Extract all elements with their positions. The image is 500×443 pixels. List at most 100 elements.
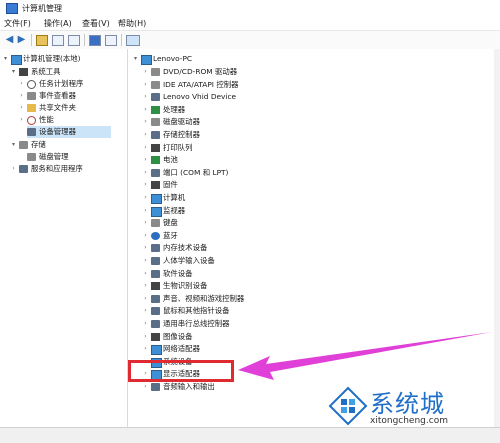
services-icon — [19, 165, 28, 173]
help-icon[interactable] — [89, 35, 101, 46]
clock-icon — [27, 80, 36, 89]
computer-icon — [11, 55, 22, 65]
usb-icon — [151, 320, 160, 328]
bluetooth-icon — [151, 231, 160, 240]
show-hide-tree-icon[interactable] — [52, 35, 64, 46]
printer-icon — [151, 143, 160, 152]
chevron-right-icon[interactable]: › — [142, 217, 149, 229]
chevron-right-icon[interactable]: › — [142, 331, 149, 343]
chevron-right-icon[interactable]: › — [142, 104, 149, 116]
chevron-right-icon[interactable]: › — [142, 79, 149, 91]
chevron-down-icon[interactable]: ▾ — [10, 66, 17, 78]
chevron-right-icon[interactable]: › — [142, 66, 149, 78]
chevron-down-icon[interactable]: ▾ — [2, 53, 9, 65]
chevron-right-icon[interactable]: › — [142, 142, 149, 154]
chevron-right-icon[interactable]: › — [18, 78, 25, 90]
device-category-label: 通用串行总线控制器 — [163, 319, 230, 328]
chevron-down-icon[interactable]: ▾ — [132, 53, 139, 65]
disk-icon — [27, 153, 36, 161]
device-category-label: 网络适配器 — [163, 344, 200, 354]
title-bar: 计算机管理 — [0, 0, 500, 17]
mouse-icon — [151, 307, 160, 316]
chevron-right-icon[interactable]: › — [142, 91, 149, 103]
chevron-right-icon[interactable]: › — [142, 242, 149, 254]
device-category-label: 监视器 — [163, 205, 186, 215]
chevron-right-icon[interactable]: › — [142, 154, 149, 166]
chevron-right-icon[interactable]: › — [142, 167, 149, 179]
chevron-right-icon[interactable]: › — [142, 116, 149, 128]
biometric-icon — [151, 282, 160, 291]
storage-controller-icon — [151, 131, 160, 139]
chevron-right-icon[interactable]: › — [142, 268, 149, 280]
menu-bar: 文件(F) 操作(A) 查看(V) 帮助(H) — [0, 16, 500, 30]
monitor-icon — [151, 206, 162, 217]
performance-icon — [27, 116, 36, 125]
chevron-right-icon[interactable]: › — [142, 192, 149, 204]
device-category-label: 内存技术设备 — [163, 243, 208, 253]
disk-drive-icon — [151, 118, 160, 127]
toolbar-divider — [121, 34, 122, 46]
device-category-label: 磁盘驱动器 — [163, 117, 200, 127]
device-manager-icon — [27, 128, 36, 136]
hid-device-icon — [151, 93, 160, 102]
shared-folder-icon — [27, 104, 36, 112]
processor-icon — [151, 105, 160, 114]
memory-icon — [151, 244, 160, 253]
computer-icon — [151, 194, 162, 204]
chevron-right-icon[interactable]: › — [18, 90, 25, 102]
properties-icon[interactable] — [68, 35, 80, 46]
chevron-right-icon[interactable]: › — [142, 305, 149, 317]
camera-icon — [151, 332, 160, 341]
window-title: 计算机管理 — [22, 4, 62, 13]
device-category-label: 计算机 — [163, 193, 186, 202]
chevron-right-icon[interactable]: › — [142, 230, 149, 242]
toolbar: ◀ ▶ — [0, 30, 500, 50]
chevron-right-icon[interactable]: › — [142, 381, 149, 393]
menu-help[interactable]: 帮助(H) — [118, 18, 146, 29]
chevron-right-icon[interactable]: › — [142, 205, 149, 217]
chevron-right-icon[interactable]: › — [18, 114, 25, 126]
arrow-shape — [238, 332, 492, 380]
computer-icon — [141, 55, 152, 65]
highlight-box — [128, 360, 234, 382]
chevron-right-icon[interactable]: › — [18, 102, 25, 114]
storage-icon — [19, 141, 28, 149]
watermark-url: xitongcheng.com — [370, 416, 448, 426]
audio-io-icon — [151, 383, 160, 391]
menu-view[interactable]: 查看(V) — [82, 18, 110, 29]
device-category-label: 生物识别设备 — [163, 281, 208, 291]
up-folder-icon[interactable] — [36, 35, 48, 46]
menu-action[interactable]: 操作(A) — [44, 18, 72, 29]
keyboard-icon — [151, 219, 160, 228]
watermark: 系统城 xitongcheng.com — [328, 382, 498, 434]
device-category-label: 人体学输入设备 — [163, 256, 215, 265]
chevron-right-icon[interactable]: › — [142, 129, 149, 141]
monitor-icon[interactable] — [126, 35, 140, 46]
sound-icon — [151, 294, 160, 303]
forward-arrow-icon[interactable]: ▶ — [16, 34, 27, 45]
chevron-right-icon[interactable]: › — [142, 255, 149, 267]
software-device-icon — [151, 269, 160, 278]
device-category-label: 存储控制器 — [163, 130, 200, 139]
device-category-label: 电池 — [163, 155, 178, 165]
device-category-label: 蓝牙 — [163, 230, 178, 240]
action-pane-icon[interactable] — [105, 35, 117, 46]
chevron-right-icon[interactable]: › — [142, 179, 149, 191]
firmware-icon — [151, 181, 160, 190]
back-arrow-icon[interactable]: ◀ — [4, 34, 15, 45]
hid-icon — [151, 257, 160, 265]
toolbar-divider — [84, 34, 85, 46]
chevron-right-icon[interactable]: › — [142, 343, 149, 355]
battery-icon — [151, 156, 160, 165]
menu-file[interactable]: 文件(F) — [4, 18, 31, 29]
device-category-label: 软件设备 — [163, 268, 193, 278]
chevron-down-icon[interactable]: ▾ — [10, 139, 17, 151]
chevron-right-icon[interactable]: › — [10, 163, 17, 175]
chevron-right-icon[interactable]: › — [142, 318, 149, 330]
device-category-label: DVD/CD-ROM 驱动器 — [163, 67, 238, 76]
chevron-right-icon[interactable]: › — [142, 293, 149, 305]
toolbar-divider — [31, 34, 32, 46]
device-category-label: 音频输入和输出 — [163, 382, 215, 391]
chevron-right-icon[interactable]: › — [142, 280, 149, 292]
network-adapter-icon — [151, 345, 162, 356]
